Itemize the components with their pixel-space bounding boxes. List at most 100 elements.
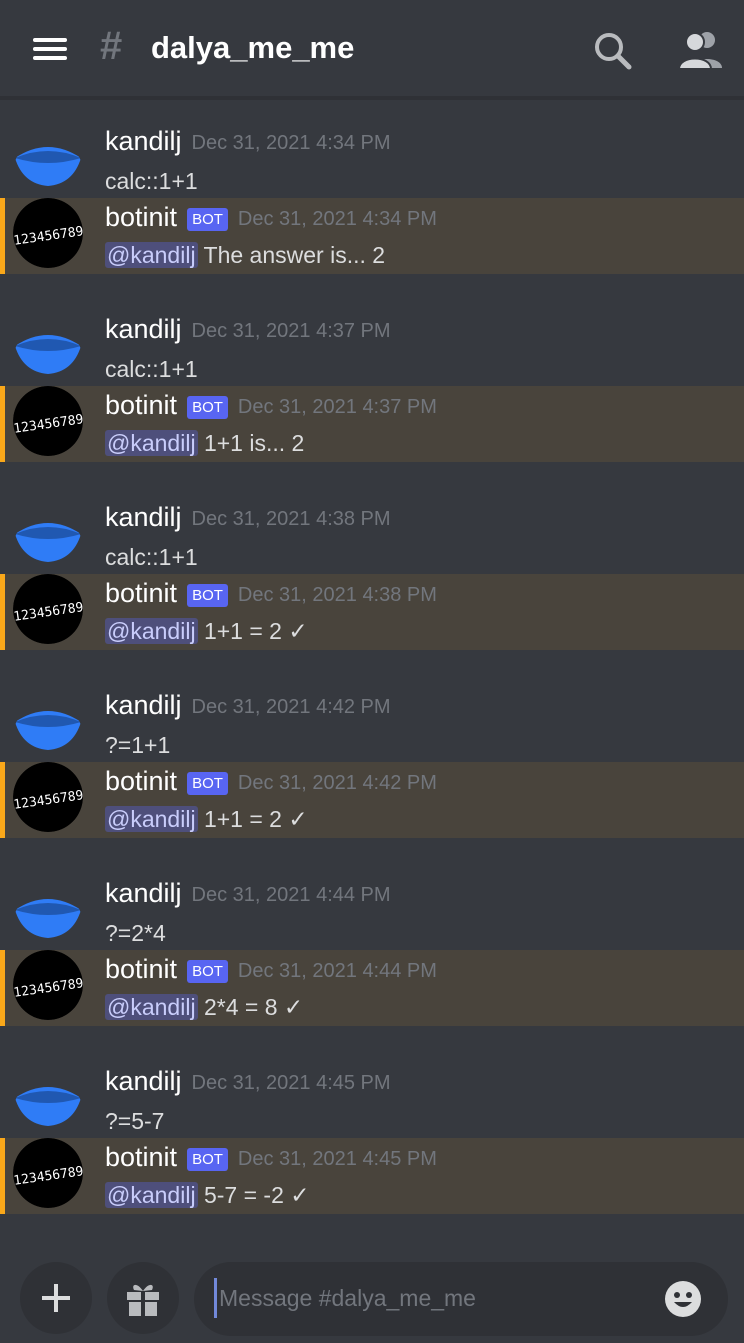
message-header: botinit BOT Dec 31, 2021 4:44 PM	[105, 954, 437, 985]
bot-avatar[interactable]: 123456789	[13, 950, 83, 1020]
author-name[interactable]: kandilj	[105, 502, 182, 532]
timestamp: Dec 31, 2021 4:44 PM	[191, 884, 391, 906]
message-content: ?=1+1	[105, 732, 170, 759]
message-list[interactable]: kandilj Dec 31, 2021 4:34 PM calc::1+1 1234…	[0, 104, 744, 1244]
user-mention[interactable]: @kandilj	[105, 806, 198, 832]
message-content: ?=5-7	[105, 1108, 164, 1135]
message-content: calc::1+1	[105, 356, 198, 383]
message-text: ?=2*4	[105, 920, 166, 946]
author-name[interactable]: botinit	[105, 202, 177, 232]
channel-header: # dalya_me_me	[0, 0, 744, 100]
message-content: @kandilj 2*4 = 8 ✓	[105, 994, 303, 1021]
message-text: calc::1+1	[105, 168, 198, 194]
bot-message[interactable]: 123456789 botinit BOT Dec 31, 2021 4:34 PM @…	[0, 198, 744, 274]
timestamp: Dec 31, 2021 4:38 PM	[191, 508, 391, 530]
bot-message[interactable]: 123456789 botinit BOT Dec 31, 2021 4:38 PM @…	[0, 574, 744, 650]
author-name[interactable]: kandilj	[105, 314, 182, 344]
message-text: 1+1 = 2 ✓	[197, 618, 308, 644]
message-content: @kandilj 5-7 = -2 ✓	[105, 1182, 310, 1209]
timestamp: Dec 31, 2021 4:42 PM	[237, 772, 437, 794]
user-mention[interactable]: @kandilj	[105, 618, 198, 644]
author-name[interactable]: kandilj	[105, 1066, 182, 1096]
bot-avatar[interactable]: 123456789	[13, 574, 83, 644]
user-message[interactable]: kandilj Dec 31, 2021 4:37 PMcalc::1+1	[0, 292, 744, 386]
bot-avatar[interactable]: 123456789	[13, 762, 83, 832]
message-text: calc::1+1	[105, 356, 198, 382]
message-text: 2*4 = 8 ✓	[197, 994, 304, 1020]
bot-message[interactable]: 123456789 botinit BOT Dec 31, 2021 4:42 PM @…	[0, 762, 744, 838]
user-mention[interactable]: @kandilj	[105, 242, 198, 268]
bot-badge: BOT	[187, 584, 228, 607]
user-mention[interactable]: @kandilj	[105, 994, 198, 1020]
user-mention[interactable]: @kandilj	[105, 430, 198, 456]
author-name[interactable]: kandilj	[105, 690, 182, 720]
author-name[interactable]: botinit	[105, 578, 177, 608]
bot-avatar[interactable]: 123456789	[13, 198, 83, 268]
author-name[interactable]: botinit	[105, 766, 177, 796]
bot-message[interactable]: 123456789 botinit BOT Dec 31, 2021 4:37 PM @…	[0, 386, 744, 462]
timestamp: Dec 31, 2021 4:44 PM	[237, 960, 437, 982]
timestamp: Dec 31, 2021 4:37 PM	[191, 320, 391, 342]
timestamp: Dec 31, 2021 4:42 PM	[191, 696, 391, 718]
message-header: kandilj Dec 31, 2021 4:45 PM	[105, 1066, 391, 1097]
message-text: ?=5-7	[105, 1108, 165, 1134]
message-content: @kandilj The answer is... 2	[105, 242, 385, 269]
message-header: botinit BOT Dec 31, 2021 4:45 PM	[105, 1142, 437, 1173]
user-message[interactable]: kandilj Dec 31, 2021 4:45 PM ?=5-7	[0, 1044, 744, 1138]
timestamp: Dec 31, 2021 4:34 PM	[191, 132, 391, 154]
message-content: ?=2*4	[105, 920, 166, 947]
bot-message[interactable]: 123456789 botinit BOT Dec 31, 2021 4:44 PM @…	[0, 950, 744, 1026]
author-name[interactable]: kandilj	[105, 878, 182, 908]
message-header: botinit BOT Dec 31, 2021 4:38 PM	[105, 578, 437, 609]
emoji-icon[interactable]	[662, 1278, 704, 1320]
message-text: calc::1+1	[105, 544, 198, 570]
message-input[interactable]	[214, 1278, 644, 1318]
message-composer	[0, 1244, 744, 1343]
message-text: 5-7 = -2 ✓	[197, 1182, 310, 1208]
message-input-box	[194, 1262, 728, 1336]
message-text: ?=1+1	[105, 732, 171, 758]
message-content: calc::1+1	[105, 544, 198, 571]
message-content: calc::1+1	[105, 168, 198, 195]
user-mention[interactable]: @kandilj	[105, 1182, 198, 1208]
user-message[interactable]: kandilj Dec 31, 2021 4:42 PM ?=1+1	[0, 668, 744, 762]
timestamp: Dec 31, 2021 4:45 PM	[191, 1072, 391, 1094]
members-icon[interactable]	[674, 26, 726, 74]
search-icon[interactable]	[590, 28, 636, 74]
user-message[interactable]: kandilj Dec 31, 2021 4:34 PMcalc::1+1	[0, 104, 744, 198]
user-message[interactable]: kandilj Dec 31, 2021 4:38 PMcalc::1+1	[0, 480, 744, 574]
bot-avatar[interactable]: 123456789	[13, 386, 83, 456]
attach-button[interactable]	[20, 1262, 92, 1334]
message-header: botinit BOT Dec 31, 2021 4:37 PM	[105, 390, 437, 421]
message-header: kandilj Dec 31, 2021 4:37 PM	[105, 314, 391, 345]
bot-badge: BOT	[187, 1148, 228, 1171]
timestamp: Dec 31, 2021 4:34 PM	[237, 208, 437, 230]
bot-badge: BOT	[187, 396, 228, 419]
message-header: botinit BOT Dec 31, 2021 4:34 PM	[105, 202, 437, 233]
menu-icon[interactable]	[28, 32, 72, 68]
author-name[interactable]: botinit	[105, 390, 177, 420]
channel-hash-icon: #	[100, 24, 123, 68]
author-name[interactable]: botinit	[105, 1142, 177, 1172]
message-text: 1+1 = 2 ✓	[197, 806, 308, 832]
bot-badge: BOT	[187, 772, 228, 795]
message-header: botinit BOT Dec 31, 2021 4:42 PM	[105, 766, 437, 797]
message-content: @kandilj 1+1 = 2 ✓	[105, 618, 308, 645]
message-content: @kandilj 1+1 is... 2	[105, 430, 304, 457]
timestamp: Dec 31, 2021 4:38 PM	[237, 584, 437, 606]
timestamp: Dec 31, 2021 4:37 PM	[237, 396, 437, 418]
message-content: @kandilj 1+1 = 2 ✓	[105, 806, 308, 833]
bot-avatar[interactable]: 123456789	[13, 1138, 83, 1208]
message-header: kandilj Dec 31, 2021 4:44 PM	[105, 878, 391, 909]
bot-badge: BOT	[187, 208, 228, 231]
gift-button[interactable]	[107, 1262, 179, 1334]
author-name[interactable]: kandilj	[105, 126, 182, 156]
message-header: kandilj Dec 31, 2021 4:38 PM	[105, 502, 391, 533]
message-header: kandilj Dec 31, 2021 4:42 PM	[105, 690, 391, 721]
message-header: kandilj Dec 31, 2021 4:34 PM	[105, 126, 391, 157]
author-name[interactable]: botinit	[105, 954, 177, 984]
message-text: The answer is... 2	[197, 242, 386, 268]
bot-message[interactable]: 123456789 botinit BOT Dec 31, 2021 4:45 PM @…	[0, 1138, 744, 1214]
user-message[interactable]: kandilj Dec 31, 2021 4:44 PM ?=2*4	[0, 856, 744, 950]
timestamp: Dec 31, 2021 4:45 PM	[237, 1148, 437, 1170]
